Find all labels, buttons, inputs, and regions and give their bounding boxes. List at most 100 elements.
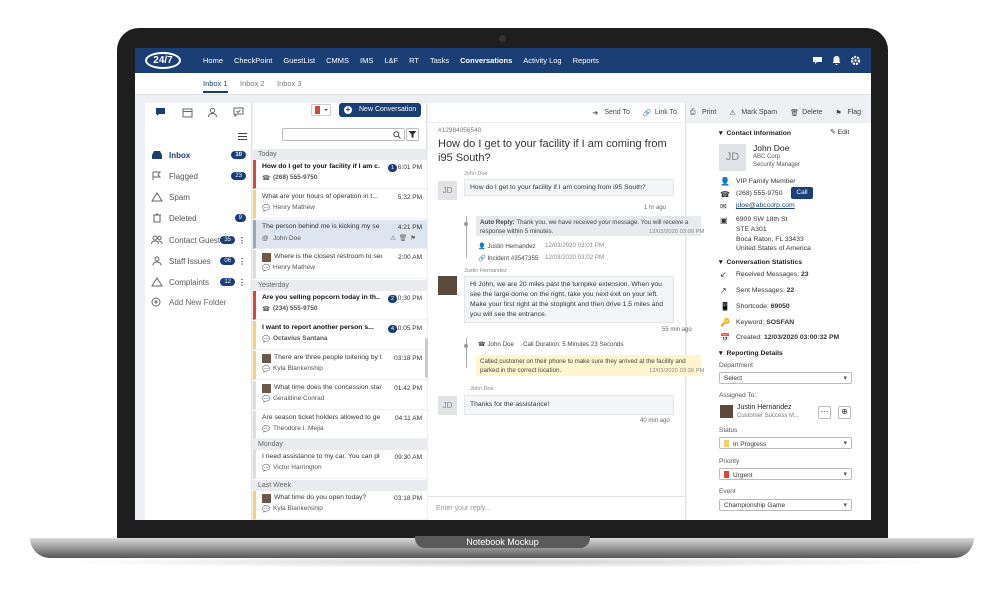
folder-count: 06	[220, 257, 235, 265]
message-check-icon[interactable]	[233, 107, 244, 118]
delete-button[interactable]: 🗑 Delete	[790, 109, 822, 117]
member-icon: 👤	[720, 177, 730, 186]
sent-messages: Sent Messages: 22	[736, 287, 795, 294]
app-body: Inbox 10 Flagged 23 Spam Deleted 9 Contact …	[135, 48, 871, 520]
status-swatch	[724, 440, 729, 447]
day-header-last-week: Last Week	[253, 480, 427, 491]
received-icon: ↙	[720, 270, 727, 279]
flag-button[interactable]: ⚑ Flag	[835, 109, 861, 117]
reply-input[interactable]: Enter your reply...	[428, 496, 686, 520]
keyword: Keyword: SOSFAN	[736, 319, 795, 326]
folder-deleted[interactable]: Deleted 9	[151, 211, 246, 225]
auto-reply-time: 12/03/2020 03:00 PM	[649, 229, 705, 235]
more-options-button[interactable]: ⋯	[818, 406, 831, 419]
assigned-line: 👤 Justin Hernandez	[478, 243, 536, 250]
folder-count: 10	[231, 151, 246, 159]
event-select[interactable]: Championship Game	[719, 499, 852, 511]
list-item[interactable]: Are season ticket holders allowed to ge.…	[253, 411, 427, 439]
contact-phone: (268) 555-9750	[736, 190, 783, 197]
department-select[interactable]: Select	[719, 372, 852, 384]
more-icon[interactable]: ⋮	[238, 257, 246, 266]
add-assignee-button[interactable]: ⊕	[838, 406, 851, 419]
message-bubble: Thanks for the assistance!	[464, 395, 674, 415]
list-item[interactable]: What time does the concession stan... 01:…	[253, 381, 427, 410]
avatar: JD	[438, 396, 457, 415]
avatar	[262, 384, 271, 394]
stats-header[interactable]: Conversation Statistics	[719, 258, 803, 266]
list-item[interactable]: I want to report another person s... 4 10:…	[253, 321, 427, 350]
flag-filter-dropdown[interactable]	[311, 104, 331, 116]
message-time: 40 min ago	[640, 418, 670, 424]
reporting-header[interactable]: Reporting Details	[719, 349, 783, 357]
link-to-button[interactable]: 🔗 Link To	[643, 109, 677, 117]
new-conversation-button[interactable]: + New Conversation	[339, 103, 421, 117]
timeline-dot	[464, 344, 468, 348]
list-item[interactable]: There are three people loitering by t...…	[253, 351, 427, 380]
incident-line[interactable]: 🔗 Incident #3547355	[478, 254, 538, 262]
conversation-subject: How do I get to your facility if I am co…	[438, 138, 667, 164]
send-icon: ➜	[592, 109, 599, 117]
message-time: 55 min ago	[662, 327, 692, 333]
row-action-icons[interactable]: ⚠🗑⚑	[390, 234, 419, 242]
timeline-line	[466, 338, 467, 368]
chat-bubble-icon[interactable]	[155, 107, 166, 118]
menu-icon[interactable]	[237, 131, 248, 142]
sent-icon: ↗	[720, 286, 727, 295]
folder-flagged[interactable]: Flagged 23	[151, 169, 246, 183]
received-messages: Received Messages: 23	[736, 271, 809, 278]
avatar: JD	[438, 181, 457, 200]
more-icon[interactable]: ⋮	[238, 236, 246, 245]
sender-name: John Doe	[464, 171, 488, 177]
list-item[interactable]: Where is the closest restroom to sec... 2…	[253, 250, 427, 279]
send-to-button[interactable]: ➜ Send To	[592, 109, 630, 117]
chat-icon: 💬	[262, 205, 271, 212]
print-icon: ⎙	[689, 108, 696, 116]
folder-contact-guest[interactable]: Contact Guest 35 ⋮	[151, 233, 246, 247]
message-bubble: How do I get to your facility if I am co…	[464, 179, 674, 196]
contact-avatar: JD	[719, 144, 746, 171]
people-icon	[151, 235, 163, 245]
link-icon: 🔗	[642, 109, 652, 117]
message-bubble: Hi John, we are 20 miles past the turnpi…	[464, 276, 674, 323]
chat-icon: 💬	[262, 506, 271, 514]
priority-select[interactable]: Urgent	[719, 468, 852, 480]
call-time: 12/03/2020 03:36 PM	[649, 368, 705, 374]
more-icon[interactable]: ⋮	[238, 278, 246, 287]
person-icon[interactable]	[207, 107, 218, 118]
folder-inbox[interactable]: Inbox 10	[151, 148, 246, 162]
list-item[interactable]: What time do you open today? 03:18 PM 💬 Kyl…	[253, 491, 427, 520]
contact-company: ABC Corp	[753, 154, 781, 160]
add-folder-button[interactable]: Add New Folder	[151, 295, 246, 309]
address-line-2: STE A301	[736, 226, 767, 233]
folder-count: 23	[231, 172, 246, 180]
list-item[interactable]: What are your hours of operation in t...…	[253, 190, 427, 219]
sender-name: Justin Hernandez	[464, 268, 507, 274]
chat-icon: 💬	[262, 336, 271, 343]
print-button[interactable]: ⎙ Print	[690, 109, 716, 117]
folder-count: 9	[234, 214, 246, 222]
search-input[interactable]	[282, 128, 405, 141]
list-item-selected[interactable]: The person behind me is kicking my seat.…	[253, 220, 427, 249]
list-item[interactable]: I need assistance to my car. You can ple…	[253, 450, 427, 479]
status-select[interactable]: In Progress	[719, 437, 852, 449]
list-item[interactable]: Are you selling popcorn today in th... 2 1…	[253, 291, 427, 320]
contact-header[interactable]: Contact Information	[719, 129, 792, 137]
key-icon: 🔑	[720, 318, 730, 327]
at-icon: @	[262, 234, 269, 242]
warning-icon: ⚠	[729, 109, 736, 117]
filter-button[interactable]	[406, 128, 419, 141]
edit-button[interactable]: ✎ Edit	[830, 128, 849, 136]
contact-email[interactable]: jdoe@abccorp.com	[736, 202, 795, 209]
camera	[499, 35, 506, 42]
folder-staff-issues[interactable]: Staff Issues 06 ⋮	[151, 254, 246, 268]
timeline-dot	[464, 222, 468, 226]
mark-spam-button[interactable]: ⚠ Mark Spam	[729, 109, 777, 117]
chat-icon: 💬	[262, 396, 271, 404]
call-button[interactable]: Call	[791, 187, 813, 199]
calendar-icon[interactable]	[182, 107, 193, 118]
folder-complaints[interactable]: Complaints 12 ⋮	[151, 275, 246, 289]
day-header-yesterday: Yesterday	[253, 280, 427, 291]
folder-spam[interactable]: Spam	[151, 190, 246, 204]
address-icon: ▣	[720, 216, 728, 225]
list-item[interactable]: How do I get to your facility if I am c.…	[253, 160, 427, 189]
